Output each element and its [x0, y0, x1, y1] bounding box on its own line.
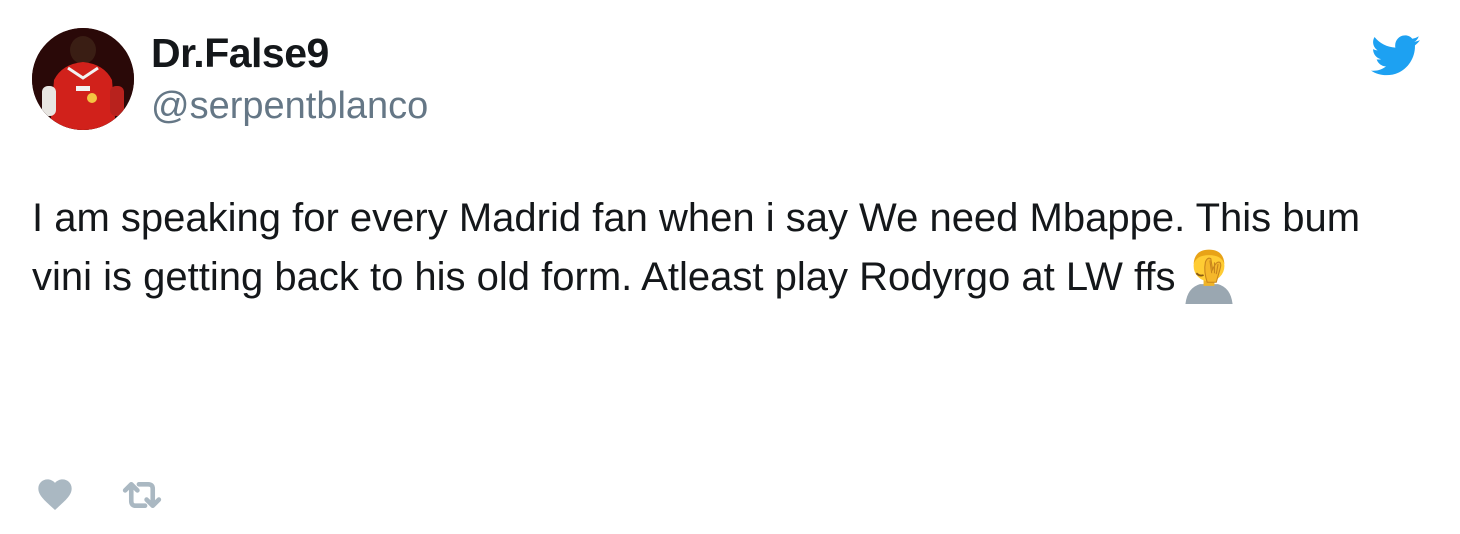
retweet-icon[interactable]	[119, 478, 165, 512]
author-display-name[interactable]: Dr.False9	[151, 30, 329, 76]
tweet-body: I am speaking for every Madrid fan when …	[32, 190, 1427, 305]
avatar-photo-icon	[32, 28, 134, 130]
author-avatar[interactable]	[32, 28, 134, 130]
twitter-bird-icon[interactable]	[1371, 35, 1421, 77]
tweet-card: Dr.False9 @serpentblanco I am speaking f…	[0, 0, 1460, 534]
author-handle[interactable]: @serpentblanco	[151, 84, 428, 128]
tweet-text: I am speaking for every Madrid fan when …	[32, 196, 1361, 299]
face-palm-emoji-icon	[1184, 249, 1233, 304]
heart-icon[interactable]	[35, 474, 75, 514]
